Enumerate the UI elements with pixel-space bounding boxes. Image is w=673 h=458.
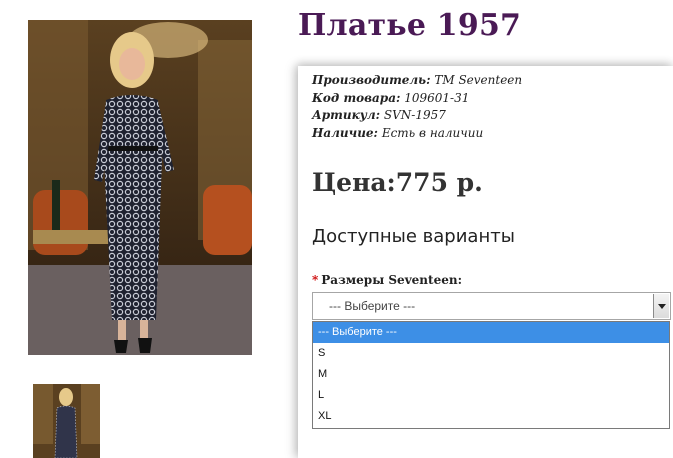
size-select[interactable]: --- Выберите --- [312, 292, 671, 320]
size-option-s[interactable]: S [313, 343, 669, 364]
chevron-down-icon[interactable] [653, 294, 669, 318]
size-option-l[interactable]: L [313, 385, 669, 406]
attribute-value: Есть в наличии [378, 125, 484, 140]
attribute-value: 109601-31 [400, 90, 470, 105]
size-dropdown-list: --- Выберите --- S M L XL [312, 321, 670, 429]
product-attributes: Производитель: TM Seventeen Код товара: … [312, 72, 522, 142]
thumbnail-illustration [33, 384, 100, 458]
product-price: Цена:775 р. [312, 168, 483, 197]
size-label: * Размеры Seventeen: [312, 273, 462, 287]
attribute-manufacturer: Производитель: TM Seventeen [312, 72, 522, 90]
attribute-value: TM Seventeen [430, 73, 523, 87]
size-option-xl[interactable]: XL [313, 406, 669, 427]
attribute-availability: Наличие: Есть в наличии [312, 125, 522, 143]
attribute-label: Наличие: [312, 125, 378, 140]
attribute-label: Артикул: [312, 108, 381, 122]
attribute-label: Производитель: [312, 73, 431, 87]
attribute-sku: Артикул: SVN-1957 [312, 107, 522, 125]
required-mark: * [312, 273, 319, 287]
product-main-image[interactable] [28, 20, 252, 355]
size-select-value: --- Выберите --- [329, 299, 416, 313]
options-heading: Доступные варианты [312, 226, 515, 247]
page-title: Платье 1957 [298, 8, 522, 43]
size-option-placeholder[interactable]: --- Выберите --- [313, 322, 669, 343]
size-option-m[interactable]: M [313, 364, 669, 385]
attribute-value: SVN-1957 [380, 108, 446, 122]
attribute-label: Код товара: [312, 90, 401, 105]
attribute-code: Код товара: 109601-31 [312, 90, 522, 108]
size-label-text: Размеры Seventeen: [321, 273, 462, 287]
product-thumbnail[interactable] [33, 384, 100, 458]
product-photo-illustration [28, 20, 252, 355]
